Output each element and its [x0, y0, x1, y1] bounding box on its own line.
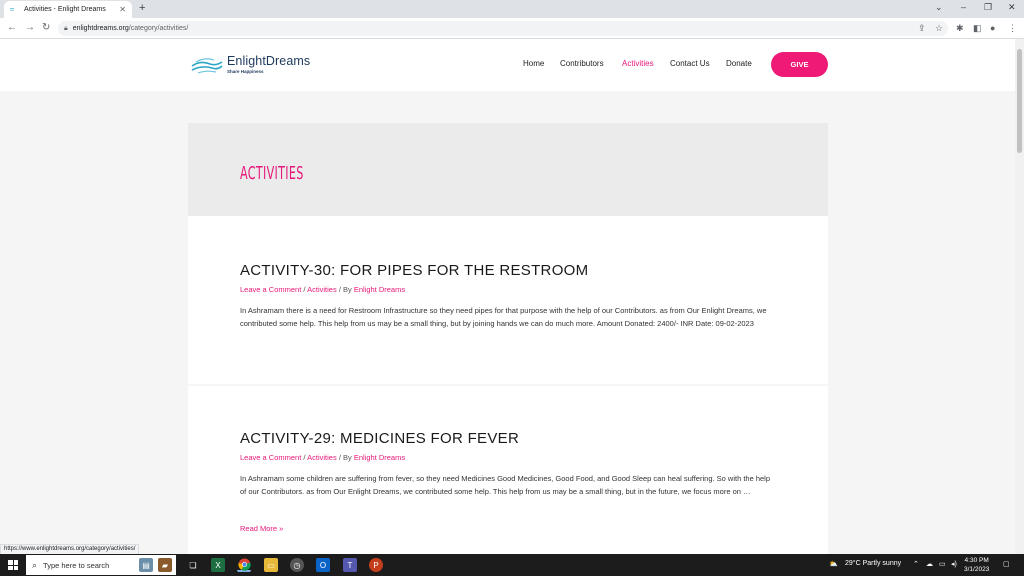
windows-taskbar: ⌕ Type here to search ▤ ▰ ❏ X ▭ ◷ O T P … — [0, 554, 1024, 576]
clock-time: 4:30 PM — [964, 557, 989, 564]
minimize-icon[interactable]: – — [961, 2, 966, 12]
profile-avatar-icon[interactable]: ● — [990, 23, 995, 33]
lock-icon: 🔒︎ — [64, 24, 68, 32]
tab-title: Activities - Enlight Dreams — [24, 6, 106, 13]
url-host: enlightdreams.org — [72, 25, 129, 32]
teams-icon[interactable]: T — [343, 558, 357, 572]
onedrive-cloud-icon[interactable]: ☁ — [926, 560, 933, 568]
task-view-icon[interactable]: ❏ — [186, 558, 200, 572]
forward-arrow-icon[interactable]: → — [25, 22, 35, 33]
post-title-link[interactable]: ACTIVITY-30: FOR PIPES FOR THE RESTROOM — [240, 262, 588, 279]
notifications-icon[interactable]: ▢ — [1003, 560, 1010, 568]
outlook-icon[interactable]: O — [316, 558, 330, 572]
logo-name: EnlightDreams — [227, 54, 311, 68]
site-favicon-icon: ≈ — [10, 4, 15, 14]
taskbar-clock[interactable]: 4:30 PM 3/1/2023 — [964, 556, 989, 574]
hands-logo-icon — [191, 58, 223, 74]
extensions-puzzle-icon[interactable]: ✱ — [956, 23, 964, 34]
restore-icon[interactable]: ❐ — [984, 2, 992, 13]
show-hidden-icons-chevron-icon[interactable]: ⌃ — [913, 560, 919, 568]
archive-title: ACTIVITIES — [240, 163, 304, 184]
read-more-link[interactable]: Read More » — [240, 524, 283, 533]
briefcase-app-icon[interactable]: ▰ — [158, 558, 172, 572]
post-card: ACTIVITY-30: FOR PIPES FOR THE RESTROOM … — [188, 216, 828, 384]
page-viewport: EnlightDreams Share Happiness Home Contr… — [0, 39, 1015, 554]
clock-date: 3/1/2023 — [964, 566, 990, 573]
nav-contact-us[interactable]: Contact Us — [670, 59, 710, 68]
taskbar-search-placeholder: Type here to search — [43, 560, 110, 570]
browser-menu-icon[interactable]: ⋮ — [1008, 23, 1017, 34]
meta-by: / By — [336, 453, 354, 462]
search-icon: ⌕ — [32, 559, 38, 570]
chrome-icon[interactable] — [237, 558, 251, 572]
meta-by: / By — [336, 285, 354, 294]
nav-home[interactable]: Home — [523, 59, 544, 68]
file-explorer-icon[interactable]: ▭ — [264, 558, 278, 572]
post-meta: Leave a Comment / Activities / By Enligh… — [240, 285, 405, 294]
powerpoint-icon[interactable]: P — [369, 558, 383, 572]
scrollbar-thumb[interactable] — [1017, 49, 1022, 153]
url-path: /category/activities/ — [128, 25, 189, 32]
nav-donate[interactable]: Donate — [726, 59, 752, 68]
nav-activities[interactable]: Activities — [622, 59, 654, 68]
post-excerpt: In Ashramam some children are suffering … — [240, 474, 771, 496]
excel-icon[interactable]: X — [211, 558, 225, 572]
author-link[interactable]: Enlight Dreams — [354, 285, 405, 294]
chrome-logo-icon — [237, 558, 251, 571]
address-bar[interactable]: 🔒︎ enlightdreams.org/category/activities… — [58, 21, 948, 36]
nav-contributors[interactable]: Contributors — [560, 59, 604, 68]
author-link[interactable]: Enlight Dreams — [354, 453, 405, 462]
archive-header: ACTIVITIES — [188, 123, 828, 216]
taskbar-search-box[interactable]: ⌕ Type here to search — [26, 555, 176, 575]
share-icon[interactable]: ⇪ — [918, 23, 926, 34]
post-excerpt: In Ashramam there is a need for Restroom… — [240, 306, 767, 328]
new-tab-button[interactable]: + — [139, 2, 145, 14]
clock-app-icon[interactable]: ◷ — [290, 558, 304, 572]
bookmark-star-icon[interactable]: ☆ — [935, 23, 943, 34]
site-logo[interactable]: EnlightDreams Share Happiness — [190, 52, 310, 76]
post-meta: Leave a Comment / Activities / By Enligh… — [240, 453, 405, 462]
browser-tab-strip: ≈ Activities - Enlight Dreams ✕ + ⌄ – ❐ … — [0, 0, 1024, 18]
browser-toolbar: ← → ↻ 🔒︎ enlightdreams.org/category/acti… — [0, 18, 1024, 39]
weather-icon[interactable]: ⛅ — [829, 560, 838, 568]
back-arrow-icon[interactable]: ← — [7, 22, 17, 33]
post-title-link[interactable]: ACTIVITY-29: MEDICINES FOR FEVER — [240, 430, 519, 447]
tab-close-icon[interactable]: ✕ — [119, 5, 126, 14]
volume-icon[interactable]: ◂) — [951, 560, 957, 568]
post-card: ACTIVITY-29: MEDICINES FOR FEVER Leave a… — [188, 386, 828, 554]
side-panel-icon[interactable]: ◧ — [973, 23, 982, 34]
leave-comment-link[interactable]: Leave a Comment — [240, 453, 301, 462]
give-button[interactable]: GIVE — [771, 52, 828, 77]
news-widget-icon[interactable]: ▤ — [139, 558, 153, 572]
tab-search-chevron-icon[interactable]: ⌄ — [935, 2, 943, 13]
weather-text[interactable]: 29°C Partly sunny — [845, 560, 901, 567]
category-link[interactable]: Activities — [307, 453, 337, 462]
logo-tagline: Share Happiness — [227, 69, 264, 74]
category-link[interactable]: Activities — [307, 285, 337, 294]
leave-comment-link[interactable]: Leave a Comment — [240, 285, 301, 294]
site-header: EnlightDreams Share Happiness Home Contr… — [0, 39, 1015, 91]
window-close-icon[interactable]: ✕ — [1008, 2, 1016, 13]
reload-icon[interactable]: ↻ — [42, 22, 50, 33]
page-scrollbar[interactable] — [1015, 39, 1024, 554]
network-icon[interactable]: ▭ — [939, 560, 946, 568]
browser-tab[interactable]: ≈ Activities - Enlight Dreams ✕ — [4, 1, 132, 18]
windows-start-icon[interactable] — [8, 560, 18, 570]
